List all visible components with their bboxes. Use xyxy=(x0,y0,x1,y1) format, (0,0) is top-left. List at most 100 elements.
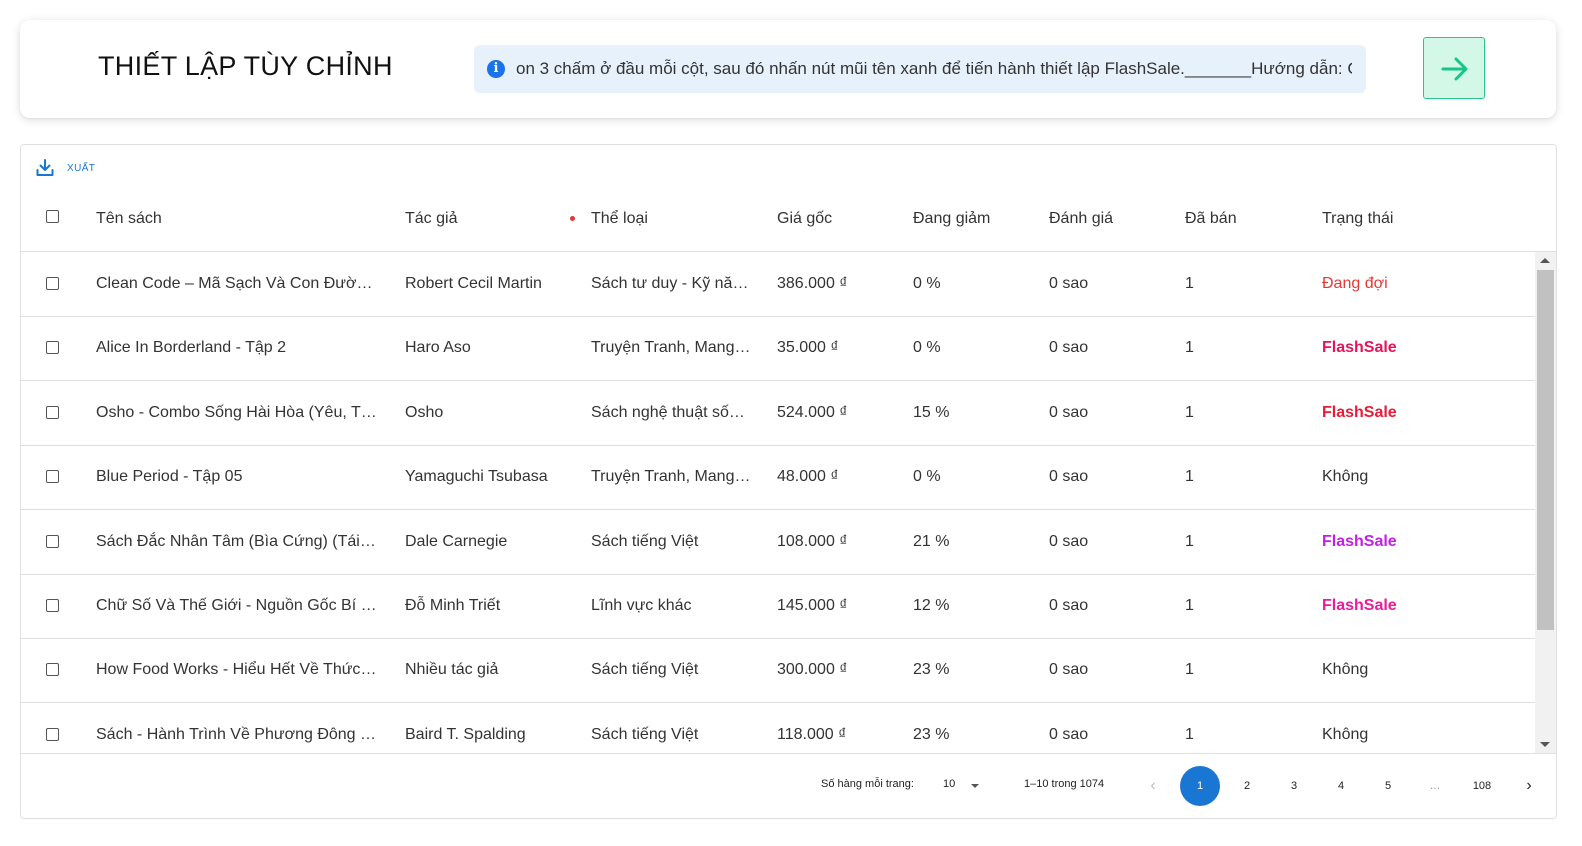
book-title: Sách Đắc Nhân Tâm (Bìa Cứng) (Tái Bản) xyxy=(96,532,380,550)
book-title: Alice In Borderland - Tập 2 xyxy=(96,339,287,357)
row-checkbox[interactable] xyxy=(46,405,59,419)
book-title: Chữ Số Và Thế Giới - Nguồn Gốc Bí Ẩn Của… xyxy=(96,597,380,614)
table-body: Clean Code – Mã Sạch Và Con Đường Trở Th… xyxy=(21,252,1535,753)
table-header: Tên sách Tác giả Thể loại Giá gốc Đang g… xyxy=(21,189,1556,252)
rows-per-page-label: Số hàng mỗi trang: xyxy=(821,778,914,790)
books-table: XUẤT Tên sách Tác giả Thể loại Giá gốc Đ… xyxy=(20,144,1557,819)
row-checkbox[interactable] xyxy=(46,341,59,355)
book-sold: 1 xyxy=(1185,597,1194,614)
book-category: Sách tư duy - Kỹ năng sống xyxy=(591,275,751,292)
page-button-4[interactable]: 4 xyxy=(1321,766,1361,806)
instruction-banner: i on 3 chấm ở đầu mỗi cột, sau đó nhấn n… xyxy=(474,45,1366,93)
page-button-3[interactable]: 3 xyxy=(1274,766,1314,806)
export-label: XUẤT xyxy=(67,162,96,174)
book-discount: 23 % xyxy=(913,725,950,743)
book-sold: 1 xyxy=(1185,661,1194,679)
header-card: THIẾT LẬP TÙY CHỈNH i on 3 chấm ở đầu mỗ… xyxy=(20,20,1556,118)
book-author: Đỗ Minh Triết xyxy=(405,597,501,614)
book-title: Sách - Hành Trình Về Phương Đông (Tái Bả… xyxy=(96,725,380,743)
prev-page-button[interactable]: ‹ xyxy=(1133,766,1173,806)
table-row[interactable]: Osho - Combo Sống Hài Hòa (Yêu, Tự Do, T… xyxy=(21,381,1535,446)
row-checkbox[interactable] xyxy=(46,727,59,741)
book-price: 524.000 ₫ xyxy=(777,403,848,421)
rows-per-page-value: 10 xyxy=(943,778,956,790)
book-sold: 1 xyxy=(1185,339,1194,357)
book-author: Nhiều tác giả xyxy=(405,661,499,679)
table-row[interactable]: Blue Period - Tập 05 Yamaguchi Tsubasa Tru… xyxy=(21,445,1535,511)
flashsale-setup-next-button[interactable] xyxy=(1423,37,1485,99)
book-price: 145.000 ₫ xyxy=(777,597,848,614)
row-checkbox[interactable] xyxy=(46,663,59,677)
book-category: Sách tiếng Việt xyxy=(591,661,699,679)
page-ellipsis: … xyxy=(1429,780,1441,792)
book-status: FlashSale xyxy=(1322,532,1397,550)
page-button-2[interactable]: 2 xyxy=(1227,766,1267,806)
book-author: Haro Aso xyxy=(405,339,471,357)
book-sold: 1 xyxy=(1185,468,1194,486)
scroll-up-icon[interactable] xyxy=(1540,258,1550,263)
export-button[interactable]: XUẤT xyxy=(35,157,95,179)
row-checkbox[interactable] xyxy=(46,277,59,290)
column-header-rating[interactable]: Đánh giá xyxy=(1049,207,1169,231)
row-checkbox[interactable] xyxy=(46,534,59,548)
table-row[interactable]: Alice In Borderland - Tập 2 Haro Aso Truyệ… xyxy=(21,316,1535,382)
book-discount: 23 % xyxy=(913,661,950,679)
table-row[interactable]: Chữ Số Và Thế Giới - Nguồn Gốc Bí Ẩn Của… xyxy=(21,574,1535,639)
scroll-down-icon[interactable] xyxy=(1540,742,1550,747)
book-discount: 12 % xyxy=(913,597,950,614)
info-icon: i xyxy=(487,60,505,78)
book-discount: 15 % xyxy=(913,403,950,421)
book-author: Osho xyxy=(405,403,444,421)
book-title: Clean Code – Mã Sạch Và Con Đường Trở Th… xyxy=(96,275,380,292)
book-status: Không xyxy=(1322,725,1369,743)
book-rating: 0 sao xyxy=(1049,661,1089,679)
next-page-button[interactable]: › xyxy=(1509,766,1549,806)
table-row[interactable]: How Food Works - Hiểu Hết Về Thức Ăn Nhiề… xyxy=(21,638,1535,704)
book-title: How Food Works - Hiểu Hết Về Thức Ăn xyxy=(96,661,380,679)
download-icon xyxy=(36,159,54,176)
book-category: Sách tiếng Việt xyxy=(591,725,699,743)
book-price: 108.000 ₫ xyxy=(777,532,848,550)
column-header-category[interactable]: Thể loại xyxy=(591,207,751,231)
column-header-author[interactable]: Tác giả xyxy=(405,207,565,231)
rows-per-page-select[interactable]: 10 xyxy=(935,774,985,796)
book-rating: 0 sao xyxy=(1049,597,1089,614)
book-status: FlashSale xyxy=(1322,339,1397,357)
book-sold: 1 xyxy=(1185,725,1194,743)
column-header-price[interactable]: Giá gốc xyxy=(777,207,897,231)
chevron-down-icon xyxy=(971,784,979,788)
page-title: THIẾT LẬP TÙY CHỈNH xyxy=(98,51,393,81)
instruction-text: on 3 chấm ở đầu mỗi cột, sau đó nhấn nút… xyxy=(516,59,1352,78)
book-sold: 1 xyxy=(1185,532,1194,550)
scroll-thumb[interactable] xyxy=(1537,270,1554,630)
select-all-checkbox[interactable] xyxy=(46,210,59,223)
table-row[interactable]: Clean Code – Mã Sạch Và Con Đường Trở Th… xyxy=(21,252,1535,317)
book-status: Đang đợi xyxy=(1322,275,1388,292)
page-button-last[interactable]: 108 xyxy=(1462,766,1502,806)
column-header-discount[interactable]: Đang giảm xyxy=(913,207,1033,231)
row-checkbox[interactable] xyxy=(46,470,59,484)
book-category: Sách nghệ thuật sống đẹp xyxy=(591,403,751,421)
vertical-scrollbar[interactable] xyxy=(1535,252,1556,753)
book-status: FlashSale xyxy=(1322,597,1397,614)
book-status: FlashSale xyxy=(1322,403,1397,421)
book-category: Truyện Tranh, Manga, Comic xyxy=(591,468,751,486)
pagination-bar: Số hàng mỗi trang: 10 1–10 trong 1074 ‹ … xyxy=(21,753,1556,818)
page-button-5[interactable]: 5 xyxy=(1368,766,1408,806)
page-button-1[interactable]: 1 xyxy=(1180,766,1220,806)
book-status: Không xyxy=(1322,661,1369,679)
table-row[interactable]: Sách - Hành Trình Về Phương Đông (Tái Bả… xyxy=(21,703,1535,753)
column-header-status[interactable]: Trạng thái xyxy=(1322,207,1472,231)
book-rating: 0 sao xyxy=(1049,725,1089,743)
column-header-title[interactable]: Tên sách xyxy=(96,207,376,231)
column-header-sold[interactable]: Đã bán xyxy=(1185,207,1305,231)
book-author: Baird T. Spalding xyxy=(405,725,526,743)
book-category: Truyện Tranh, Manga, Comic xyxy=(591,339,751,357)
book-discount: 21 % xyxy=(913,532,950,550)
row-checkbox[interactable] xyxy=(46,599,59,612)
book-category: Lĩnh vực khác xyxy=(591,597,692,614)
book-price: 386.000 ₫ xyxy=(777,275,848,292)
table-row[interactable]: Sách Đắc Nhân Tâm (Bìa Cứng) (Tái Bản) Da… xyxy=(21,510,1535,575)
book-sold: 1 xyxy=(1185,275,1194,292)
book-discount: 0 % xyxy=(913,275,941,292)
